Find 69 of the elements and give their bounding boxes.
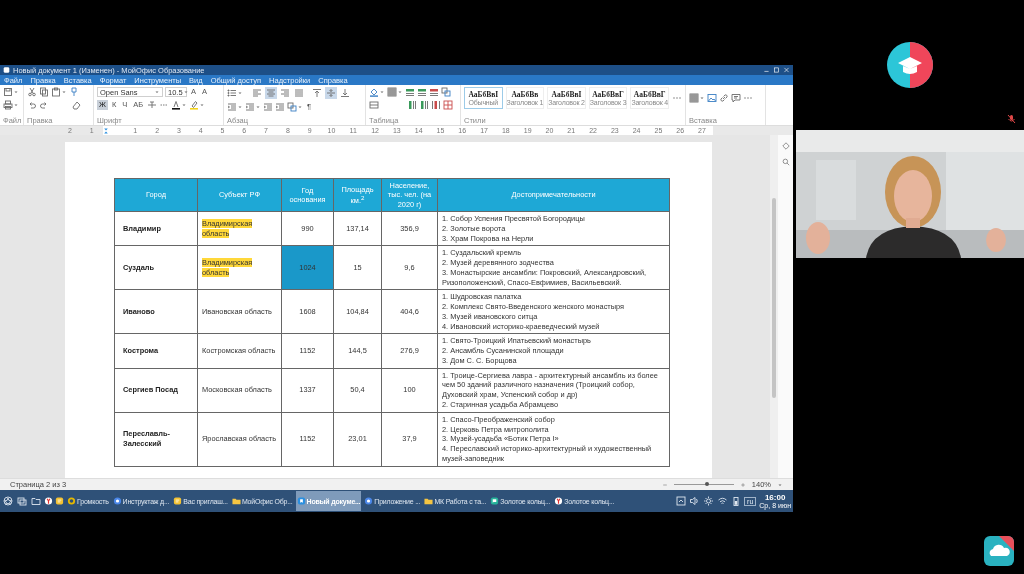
indent-icon[interactable] <box>275 102 285 112</box>
volume-icon[interactable] <box>689 496 701 506</box>
delete-row-icon[interactable] <box>429 87 439 97</box>
brightness-icon[interactable] <box>703 496 715 506</box>
chevron-up-icon[interactable] <box>676 496 687 506</box>
align-bottom-icon[interactable] <box>340 88 350 98</box>
add-column-icon[interactable] <box>407 100 417 110</box>
indent-icon[interactable] <box>245 102 255 112</box>
fill-color-icon[interactable] <box>369 87 379 97</box>
align-middle-icon[interactable] <box>326 88 336 98</box>
cut-icon[interactable] <box>27 87 37 97</box>
windows-icon[interactable] <box>16 496 28 506</box>
browser-icon <box>554 496 564 506</box>
battery-icon[interactable] <box>731 496 742 506</box>
folder-icon[interactable] <box>30 496 42 506</box>
browser-icon <box>364 496 374 506</box>
browser-icon <box>44 496 53 506</box>
indent-icon[interactable] <box>227 102 237 112</box>
scrollbar[interactable] <box>770 135 778 478</box>
split-cells-icon[interactable] <box>443 100 453 110</box>
add-row-icon[interactable] <box>405 87 415 97</box>
add-column-icon[interactable] <box>419 100 429 110</box>
add-row-icon[interactable] <box>417 87 427 97</box>
align-top-icon[interactable] <box>312 88 322 98</box>
eraser-icon[interactable] <box>71 100 81 110</box>
indent-icon[interactable] <box>263 102 273 112</box>
cloud-app-icon[interactable] <box>984 536 1014 566</box>
text-color-icon[interactable] <box>171 100 182 110</box>
align-center-icon[interactable] <box>266 88 276 98</box>
strikethrough-icon[interactable] <box>147 100 158 110</box>
chat-app-icon <box>173 496 183 506</box>
browser-icon <box>112 496 122 506</box>
copy-icon[interactable] <box>39 87 49 97</box>
navigator-icon[interactable] <box>781 141 790 151</box>
table-grid-icon[interactable] <box>689 93 699 103</box>
comment-icon[interactable] <box>731 93 741 103</box>
merge-cells-icon[interactable] <box>441 87 451 97</box>
align-left-icon[interactable] <box>252 88 262 98</box>
highlighter-icon[interactable] <box>189 100 200 110</box>
cell-icon[interactable] <box>369 100 379 110</box>
image-icon[interactable] <box>707 93 717 103</box>
messenger-icon <box>490 496 500 506</box>
redo-icon[interactable] <box>39 100 49 110</box>
sound-app-icon <box>67 496 76 506</box>
print-icon[interactable] <box>3 100 13 110</box>
start-icon[interactable] <box>2 496 14 506</box>
close-icon[interactable] <box>783 65 790 75</box>
folder-icon <box>231 496 241 506</box>
bullet-list-icon[interactable] <box>227 88 237 98</box>
table-grid-icon[interactable] <box>387 87 397 97</box>
save-icon[interactable] <box>3 87 13 97</box>
microphone-off-icon <box>1007 114 1016 124</box>
document-app-icon <box>296 496 306 506</box>
align-right-icon[interactable] <box>280 88 290 98</box>
app-logo-icon <box>886 41 934 89</box>
align-justify-icon[interactable] <box>294 88 304 98</box>
wifi-icon[interactable] <box>717 496 729 506</box>
link-icon[interactable] <box>719 93 729 103</box>
chat-app-icon <box>55 496 64 506</box>
delete-column-icon[interactable] <box>431 100 441 110</box>
search-icon[interactable] <box>781 157 790 167</box>
maximize-icon[interactable] <box>773 65 780 75</box>
undo-icon[interactable] <box>27 100 37 110</box>
folder-icon <box>424 496 434 506</box>
format-brush-icon[interactable] <box>69 87 79 97</box>
merge-cells-icon[interactable] <box>287 102 297 112</box>
app-icon <box>3 65 10 75</box>
paste-icon[interactable] <box>51 87 61 97</box>
clock-time[interactable]: 16:00 <box>764 493 786 502</box>
